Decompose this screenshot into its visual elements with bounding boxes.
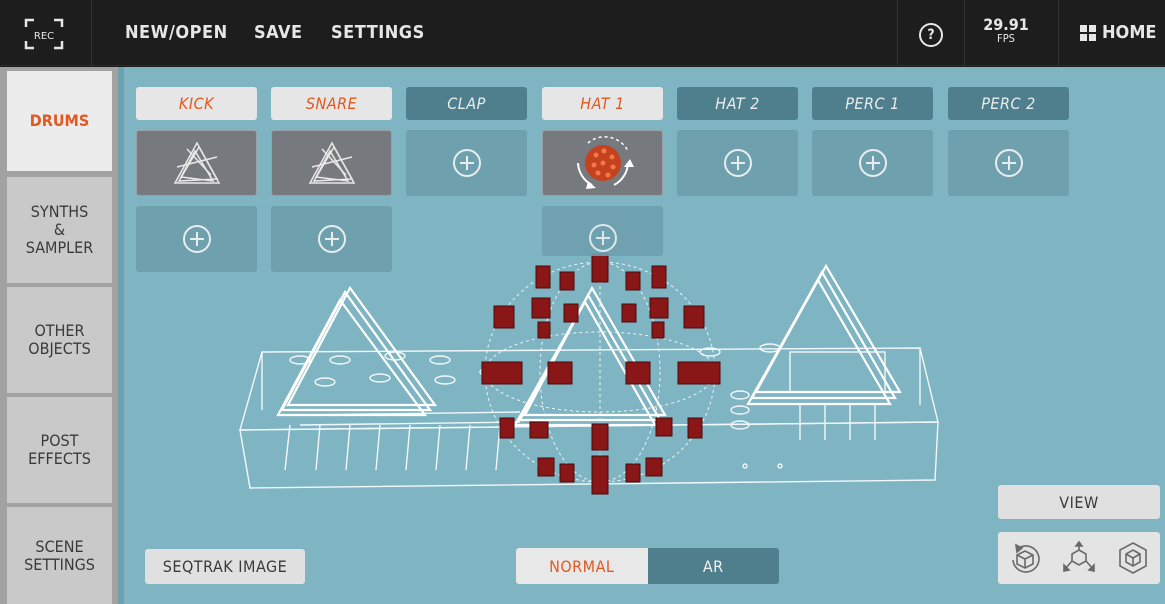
fps-readout: 29.91 FPS bbox=[976, 16, 1036, 45]
triangle-icon bbox=[173, 141, 220, 184]
slot-clap-add[interactable] bbox=[406, 130, 527, 196]
cube-view-icon[interactable] bbox=[1115, 540, 1151, 576]
slot-perc-1-add[interactable] bbox=[812, 130, 933, 196]
sidebar-item-post-effects[interactable]: POST EFFECTS bbox=[7, 397, 112, 503]
menu-new-open[interactable]: NEW/OPEN bbox=[125, 22, 228, 43]
slot-snare-object[interactable] bbox=[271, 130, 392, 196]
home-label: HOME bbox=[1102, 22, 1157, 43]
divider bbox=[964, 0, 965, 66]
track-snare[interactable]: SNARE bbox=[271, 87, 392, 120]
track-perc-2[interactable]: PERC 2 bbox=[948, 87, 1069, 120]
triangle-objects bbox=[276, 263, 902, 427]
menu-settings[interactable]: SETTINGS bbox=[331, 22, 425, 43]
camera-controls bbox=[998, 532, 1160, 584]
slot-kick-add[interactable] bbox=[136, 206, 257, 272]
plus-icon bbox=[858, 149, 887, 177]
fps-value: 29.91 bbox=[983, 15, 1029, 34]
slot-hat-1-object[interactable] bbox=[542, 130, 663, 196]
sidebar-item-synths-sampler[interactable]: SYNTHS & SAMPLER bbox=[7, 177, 112, 283]
track-hat-2[interactable]: HAT 2 bbox=[677, 87, 798, 120]
track-hat-1[interactable]: HAT 1 bbox=[542, 87, 663, 120]
fps-unit: FPS bbox=[997, 32, 1015, 45]
slot-hat-2-add[interactable] bbox=[677, 130, 798, 196]
view-button[interactable]: VIEW bbox=[998, 485, 1160, 519]
plus-icon bbox=[588, 224, 617, 252]
seqtrak-image-button[interactable]: SEQTRAK IMAGE bbox=[145, 549, 305, 584]
axis-view-icon[interactable] bbox=[1061, 540, 1097, 576]
divider bbox=[1058, 0, 1059, 66]
sphere-rotate-icon bbox=[576, 136, 634, 189]
rec-icon: REC bbox=[24, 18, 64, 50]
plus-icon bbox=[182, 225, 211, 253]
rec-button[interactable]: REC bbox=[22, 17, 66, 51]
sphere-object bbox=[481, 253, 721, 495]
plus-icon bbox=[723, 149, 752, 177]
slot-snare-add[interactable] bbox=[271, 206, 392, 272]
slot-kick-object[interactable] bbox=[136, 130, 257, 196]
ar-mode-button[interactable]: AR bbox=[647, 548, 779, 584]
divider bbox=[91, 0, 92, 66]
sidebar-item-drums[interactable]: DRUMS bbox=[7, 71, 112, 171]
sidebar-item-scene-settings[interactable]: SCENE SETTINGS bbox=[7, 507, 112, 604]
plus-icon bbox=[452, 149, 481, 177]
menu-save[interactable]: SAVE bbox=[254, 22, 303, 43]
plus-icon bbox=[994, 149, 1023, 177]
normal-mode-button[interactable]: NORMAL bbox=[516, 548, 648, 584]
divider bbox=[897, 0, 898, 66]
help-icon[interactable]: ? bbox=[919, 23, 943, 47]
triangle-icon bbox=[308, 141, 355, 184]
home-button[interactable]: HOME bbox=[1080, 22, 1157, 43]
track-kick[interactable]: KICK bbox=[136, 87, 257, 120]
view-mode-toggle: NORMAL AR bbox=[516, 548, 779, 584]
slot-perc-2-add[interactable] bbox=[948, 130, 1069, 196]
track-perc-1[interactable]: PERC 1 bbox=[812, 87, 933, 120]
track-clap[interactable]: CLAP bbox=[406, 87, 527, 120]
slot-hat-1-add[interactable] bbox=[542, 206, 663, 256]
sidebar-item-other-objects[interactable]: OTHER OBJECTS bbox=[7, 287, 112, 393]
rotate-view-icon[interactable] bbox=[1007, 540, 1043, 576]
top-bar: REC NEW/OPEN SAVE SETTINGS ? 29.91 FPS H… bbox=[0, 0, 1165, 66]
plus-icon bbox=[317, 225, 346, 253]
home-grid-icon bbox=[1080, 25, 1096, 41]
sidebar: DRUMS SYNTHS & SAMPLER OTHER OBJECTS POS… bbox=[0, 67, 118, 604]
rec-label: REC bbox=[34, 31, 54, 42]
